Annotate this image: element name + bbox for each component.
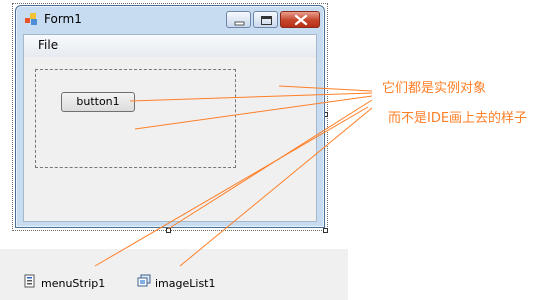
annotation-lines xyxy=(94,85,373,267)
annotation-text-line1: 它们都是实例对象 xyxy=(382,81,487,96)
annotation-line-menubar xyxy=(278,85,373,92)
annotation-line-menustrip xyxy=(94,106,369,267)
annotation-line-imagelist xyxy=(179,107,373,267)
annotation-line-panel xyxy=(134,95,373,130)
annotation-text-line2: 而不是IDE画上去的样子 xyxy=(388,111,528,126)
annotation-line-button xyxy=(129,92,373,102)
